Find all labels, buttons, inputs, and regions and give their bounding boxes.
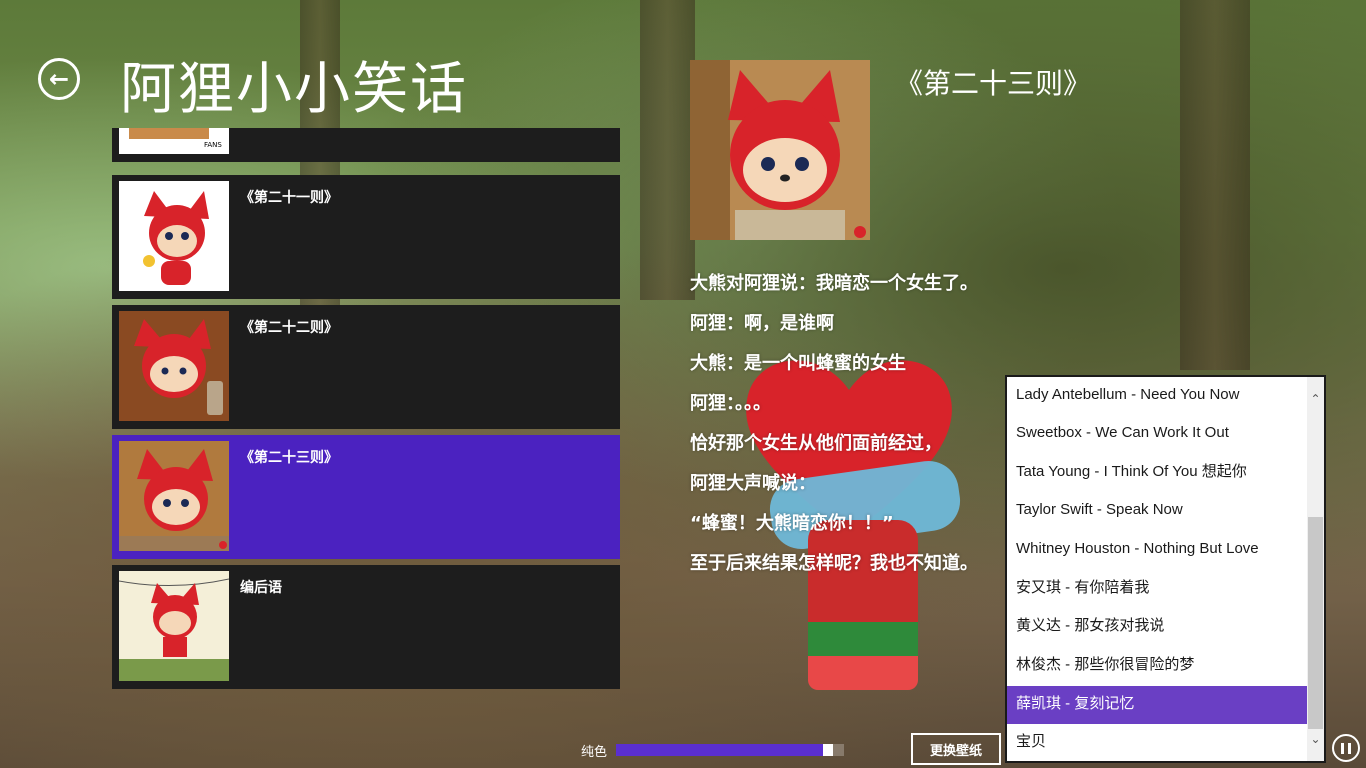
chevron-up-icon[interactable]: ⌃ xyxy=(1309,391,1322,407)
ali-fox-thumbnail xyxy=(119,571,229,681)
chevron-down-icon[interactable]: ⌄ xyxy=(1309,731,1322,747)
background-tree xyxy=(640,0,695,300)
joke-line: 至于后来结果怎样呢？我也不知道。 xyxy=(690,553,978,574)
joke-detail-text: 大熊对阿狸说：我暗恋一个女生了。 阿狸：啊，是谁啊 大熊：是一个叫蜂蜜的女生 阿… xyxy=(690,270,1010,590)
list-item-title: 编后语 xyxy=(240,580,282,596)
slider-fill xyxy=(616,744,823,756)
joke-line: 恰好那个女生从他们面前经过， xyxy=(690,433,942,454)
list-item[interactable]: FANS xyxy=(112,128,620,162)
list-item-title: 《第二十一则》 xyxy=(240,190,338,206)
svg-text:FANS: FANS xyxy=(204,141,222,149)
pause-button[interactable] xyxy=(1332,734,1360,762)
slider-thumb[interactable] xyxy=(823,744,833,756)
back-button[interactable]: ← xyxy=(38,58,80,100)
ali-fox-thumbnail xyxy=(119,181,229,291)
joke-line: “蜂蜜！大熊暗恋你！！” xyxy=(690,513,894,534)
list-item[interactable]: 《第二十二则》 xyxy=(112,305,620,429)
joke-line: 阿狸：啊，是谁啊 xyxy=(690,313,834,334)
playlist-item[interactable]: 黄义达 - 那女孩对我说 xyxy=(1007,608,1308,646)
ali-fox-thumbnail xyxy=(119,441,229,551)
list-item[interactable]: 《第二十一则》 xyxy=(112,175,620,299)
playlist-item[interactable]: 宝贝 xyxy=(1007,724,1308,761)
playlist-item[interactable]: Tata Young - I Think Of You 想起你 xyxy=(1007,454,1308,492)
playlist-item[interactable]: Taylor Swift - Speak Now xyxy=(1007,492,1308,530)
joke-detail-image xyxy=(690,60,870,240)
list-item-title: 《第二十三则》 xyxy=(240,450,338,466)
playlist-scrollbar[interactable]: ⌃ ⌄ xyxy=(1307,377,1324,761)
joke-detail-title: 《第二十三则》 xyxy=(895,67,1092,100)
playlist-item[interactable]: 林俊杰 - 那些你很冒险的梦 xyxy=(1007,647,1308,685)
joke-line: 阿狸大声喊说： xyxy=(690,473,816,494)
playlist-item[interactable]: Sweetbox - We Can Work It Out xyxy=(1007,415,1308,453)
color-label: 纯色 xyxy=(581,745,608,760)
color-slider[interactable] xyxy=(616,744,844,756)
change-wallpaper-button[interactable]: 更换壁纸 xyxy=(911,733,1001,765)
playlist-item[interactable]: 安又琪 - 有你陪着我 xyxy=(1007,570,1308,608)
scrollbar-thumb[interactable] xyxy=(1308,517,1323,729)
list-item[interactable]: 编后语 xyxy=(112,565,620,689)
ali-fox-thumbnail: FANS xyxy=(119,128,229,154)
playlist-item[interactable]: Whitney Houston - Nothing But Love xyxy=(1007,531,1308,569)
joke-list[interactable]: FANS 《第二十一则》 《第二十二则》 《第二十三则》 编后语 xyxy=(112,128,620,690)
pause-icon xyxy=(1348,742,1351,754)
background-tree xyxy=(1180,0,1250,370)
playlist-item[interactable]: Lady Antebellum - Need You Now xyxy=(1007,377,1308,415)
list-item[interactable]: 《第二十三则》 xyxy=(112,435,620,559)
pause-icon xyxy=(1341,742,1344,754)
ali-fox-thumbnail xyxy=(119,311,229,421)
page-title: 阿狸小小笑话 xyxy=(120,57,468,122)
arrow-left-icon: ← xyxy=(48,65,70,93)
joke-line: 大熊：是一个叫蜂蜜的女生 xyxy=(690,353,906,374)
joke-line: 大熊对阿狸说：我暗恋一个女生了。 xyxy=(690,273,978,294)
playlist-item[interactable]: 薛凯琪 - 复刻记忆 xyxy=(1007,686,1308,724)
music-playlist-dropdown[interactable]: Lady Antebellum - Need You Now Sweetbox … xyxy=(1005,375,1326,763)
list-item-title: 《第二十二则》 xyxy=(240,320,338,336)
joke-line: 阿狸：。。。 xyxy=(690,393,771,414)
